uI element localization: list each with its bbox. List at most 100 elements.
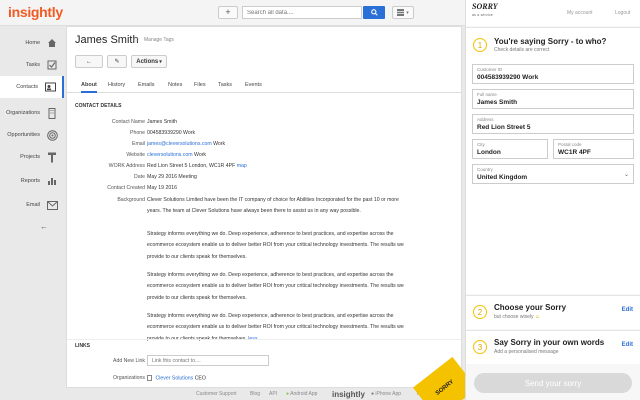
organization-role: CEO xyxy=(194,375,206,382)
map-link[interactable]: map xyxy=(237,163,247,169)
postal-code-field[interactable]: Postal code WC1R 4PF xyxy=(553,139,634,159)
badge-label: SORRY xyxy=(434,379,456,397)
step-number: 1 xyxy=(473,38,487,52)
full-name-field[interactable]: Full name James Smith xyxy=(472,89,634,109)
step-title: Choose your Sorry xyxy=(494,303,567,312)
field-value: 004583939290 Work xyxy=(477,74,539,81)
footer-link[interactable]: API xyxy=(269,391,277,397)
sidebar-item-opportunities[interactable]: Opportunities xyxy=(0,124,64,146)
sidebar-item-contacts[interactable]: Contacts xyxy=(0,76,64,98)
field-value: James Smith xyxy=(147,119,177,125)
website-link[interactable]: cleversolutions.com xyxy=(147,152,193,158)
step-title: Say Sorry in your own words xyxy=(494,338,605,347)
envelope-icon xyxy=(46,199,58,211)
send-sorry-button[interactable]: Send your sorry xyxy=(474,373,632,393)
logout-link[interactable]: Logout xyxy=(615,10,630,16)
field-label: WORK Address xyxy=(108,163,145,169)
tab-events[interactable]: Events xyxy=(245,82,262,88)
edit-step-3-button[interactable]: Edit xyxy=(622,342,633,348)
address-field[interactable]: Address Red Lion Street 5 xyxy=(472,114,634,134)
background-paragraph: Strategy informs everything we do. Deep … xyxy=(147,272,404,301)
edit-step-2-button[interactable]: Edit xyxy=(622,307,633,313)
field-label: Phone xyxy=(129,130,145,136)
add-new-button[interactable]: + xyxy=(218,6,238,19)
field-label: Full name xyxy=(477,92,497,97)
my-account-link[interactable]: My account xyxy=(567,10,593,16)
field-label: Background xyxy=(117,197,145,203)
footer-link[interactable]: Customer Support xyxy=(196,391,237,397)
actions-button[interactable]: Actions ▾ xyxy=(131,55,167,68)
country-select[interactable]: Country United Kingdom ⌄ xyxy=(472,164,634,184)
footer-link[interactable]: ● iPhone App xyxy=(371,391,401,397)
link-contact-input[interactable] xyxy=(147,355,269,366)
background-paragraph: Strategy informs everything we do. Deep … xyxy=(147,231,404,260)
step-3-card[interactable]: 3 Say Sorry in your own words Add a pers… xyxy=(466,330,640,364)
sidebar-item-projects[interactable]: Projects xyxy=(0,146,64,168)
website-type: Work xyxy=(194,152,207,158)
field-label: Add New Link xyxy=(112,358,145,364)
sidebar-item-label: Email xyxy=(26,202,40,208)
sorry-extension-panel: SORRY as a service My account Logout 1 Y… xyxy=(465,0,640,400)
step-number: 3 xyxy=(473,340,487,354)
sidebar-item-reports[interactable]: Reports xyxy=(0,170,64,192)
view-menu-button[interactable]: ▾ xyxy=(392,6,414,19)
hammer-icon xyxy=(46,151,58,163)
email-link[interactable]: james@cleversolutions.com xyxy=(147,141,212,147)
edit-button[interactable]: ✎ xyxy=(107,55,127,68)
tab-tasks[interactable]: Tasks xyxy=(218,82,232,88)
tab-about[interactable]: About xyxy=(81,82,97,93)
tab-bar: About History Emails Notes Files Tasks E… xyxy=(67,79,461,93)
footer-logo: insightly xyxy=(332,389,365,399)
chevron-down-icon: ▾ xyxy=(406,9,409,16)
search-button[interactable] xyxy=(363,6,385,19)
contact-card-icon xyxy=(44,81,56,93)
home-icon xyxy=(46,37,58,49)
collapse-arrow-icon[interactable]: ← xyxy=(40,222,48,231)
grid-icon xyxy=(397,9,405,16)
sidebar-item-label: Home xyxy=(25,40,40,46)
sidebar-item-tasks[interactable]: Tasks xyxy=(0,54,64,76)
city-field[interactable]: City London xyxy=(472,139,548,159)
step-subtitle: Add a personalised message xyxy=(494,349,559,355)
sidebar-item-label: Tasks xyxy=(25,62,40,68)
tab-notes[interactable]: Notes xyxy=(168,82,182,88)
pencil-icon: ✎ xyxy=(114,59,120,65)
star-icon[interactable]: ☆ xyxy=(133,35,140,44)
field-label: Email xyxy=(132,141,145,147)
sidebar-item-label: Projects xyxy=(20,154,40,160)
customer-id-field[interactable]: Customer ID 004583939290 Work xyxy=(472,64,634,84)
chevron-down-icon: ▾ xyxy=(159,58,162,65)
tab-history[interactable]: History xyxy=(108,82,125,88)
manage-tags-link[interactable]: Manage Tags xyxy=(144,37,174,43)
search-input[interactable] xyxy=(242,6,362,19)
tab-emails[interactable]: Emails xyxy=(138,82,155,88)
sidebar-item-home[interactable]: Home xyxy=(0,32,64,54)
sidebar-item-label: Reports xyxy=(20,178,40,184)
footer-link[interactable]: Blog xyxy=(250,391,260,397)
building-icon xyxy=(147,375,152,381)
field-value: Red Lion Street 5 London, WC1R 4PF map xyxy=(147,163,247,169)
top-bar: insightly + ▾ xyxy=(0,0,465,26)
step-number: 2 xyxy=(473,305,487,319)
links-heading: LINKS xyxy=(75,343,90,349)
app-window: insightly + ▾ Home Tasks Contacts Organi… xyxy=(0,0,640,400)
contact-details-heading: CONTACT DETAILS xyxy=(75,103,122,109)
back-button[interactable]: ← xyxy=(75,55,103,68)
organization-link[interactable]: Clever Solutions xyxy=(155,375,193,381)
wink-emoji-icon: ☺ xyxy=(534,314,540,320)
sidebar-item-email[interactable]: Email xyxy=(0,194,64,216)
field-label: Country xyxy=(477,167,493,172)
contact-card: James Smith ☆ Manage Tags ← ✎ Actions ▾ A… xyxy=(66,26,462,388)
building-icon xyxy=(46,107,58,119)
step-2-card[interactable]: 2 Choose your Sorry but choose wisely ☺ … xyxy=(466,295,640,329)
insightly-logo[interactable]: insightly xyxy=(8,4,63,20)
footer-link[interactable]: ● Android App xyxy=(286,391,317,397)
sorry-logo: SORRY xyxy=(472,2,498,11)
tab-files[interactable]: Files xyxy=(194,82,206,88)
sidebar-item-label: Organizations xyxy=(6,110,40,116)
sidebar-item-organizations[interactable]: Organizations xyxy=(0,102,64,124)
field-value: 004583939290 Work xyxy=(147,130,196,136)
footer: Customer Support Blog API ● Android App … xyxy=(66,388,462,400)
field-label: Contact Name xyxy=(111,119,145,125)
field-value: May 19 2016 xyxy=(147,185,177,191)
